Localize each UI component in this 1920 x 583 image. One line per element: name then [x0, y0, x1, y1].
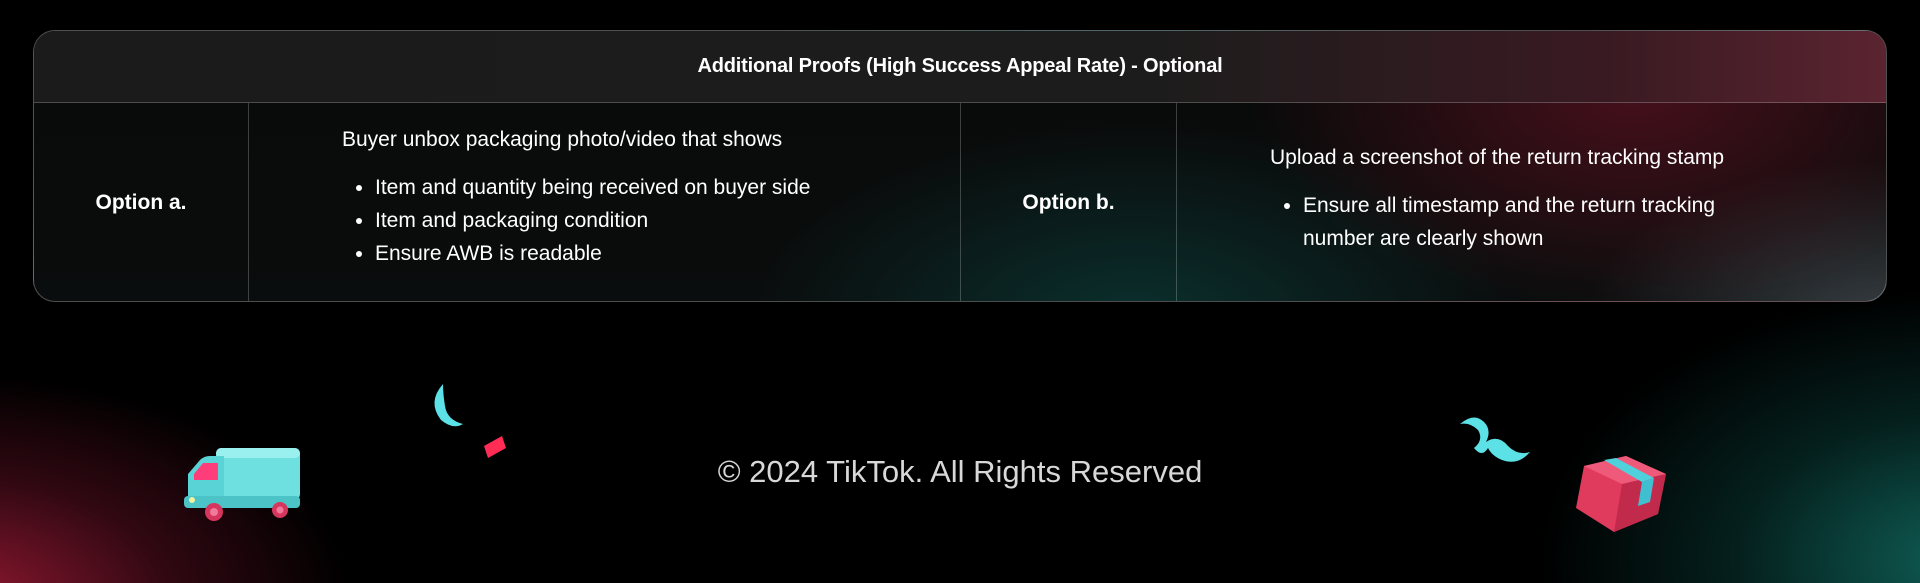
option-a-label: Option a. — [34, 103, 249, 301]
option-a-content: Buyer unbox packaging photo/video that s… — [249, 103, 961, 301]
copyright-text: © 2024 TikTok. All Rights Reserved — [717, 454, 1203, 489]
list-item: Ensure all timestamp and the return trac… — [1303, 189, 1783, 255]
option-b-label: Option b. — [961, 103, 1177, 301]
list-item: Item and quantity being received on buye… — [375, 171, 960, 204]
list-item: Item and packaging condition — [375, 204, 960, 237]
list-item: Ensure AWB is readable — [375, 237, 960, 270]
option-b-content: Upload a screenshot of the return tracki… — [1177, 103, 1886, 301]
option-a-intro: Buyer unbox packaging photo/video that s… — [342, 128, 783, 151]
option-b-bullets: Ensure all timestamp and the return trac… — [1270, 189, 1783, 255]
crescent-shape-icon — [434, 384, 463, 427]
table-body: Option a. Buyer unbox packaging photo/vi… — [34, 103, 1886, 301]
table-header: Additional Proofs (High Success Appeal R… — [34, 31, 1886, 103]
option-b-intro: Upload a screenshot of the return tracki… — [1270, 146, 1725, 169]
additional-proofs-table: Additional Proofs (High Success Appeal R… — [33, 30, 1887, 302]
option-a-bullets: Item and quantity being received on buye… — [342, 171, 960, 270]
